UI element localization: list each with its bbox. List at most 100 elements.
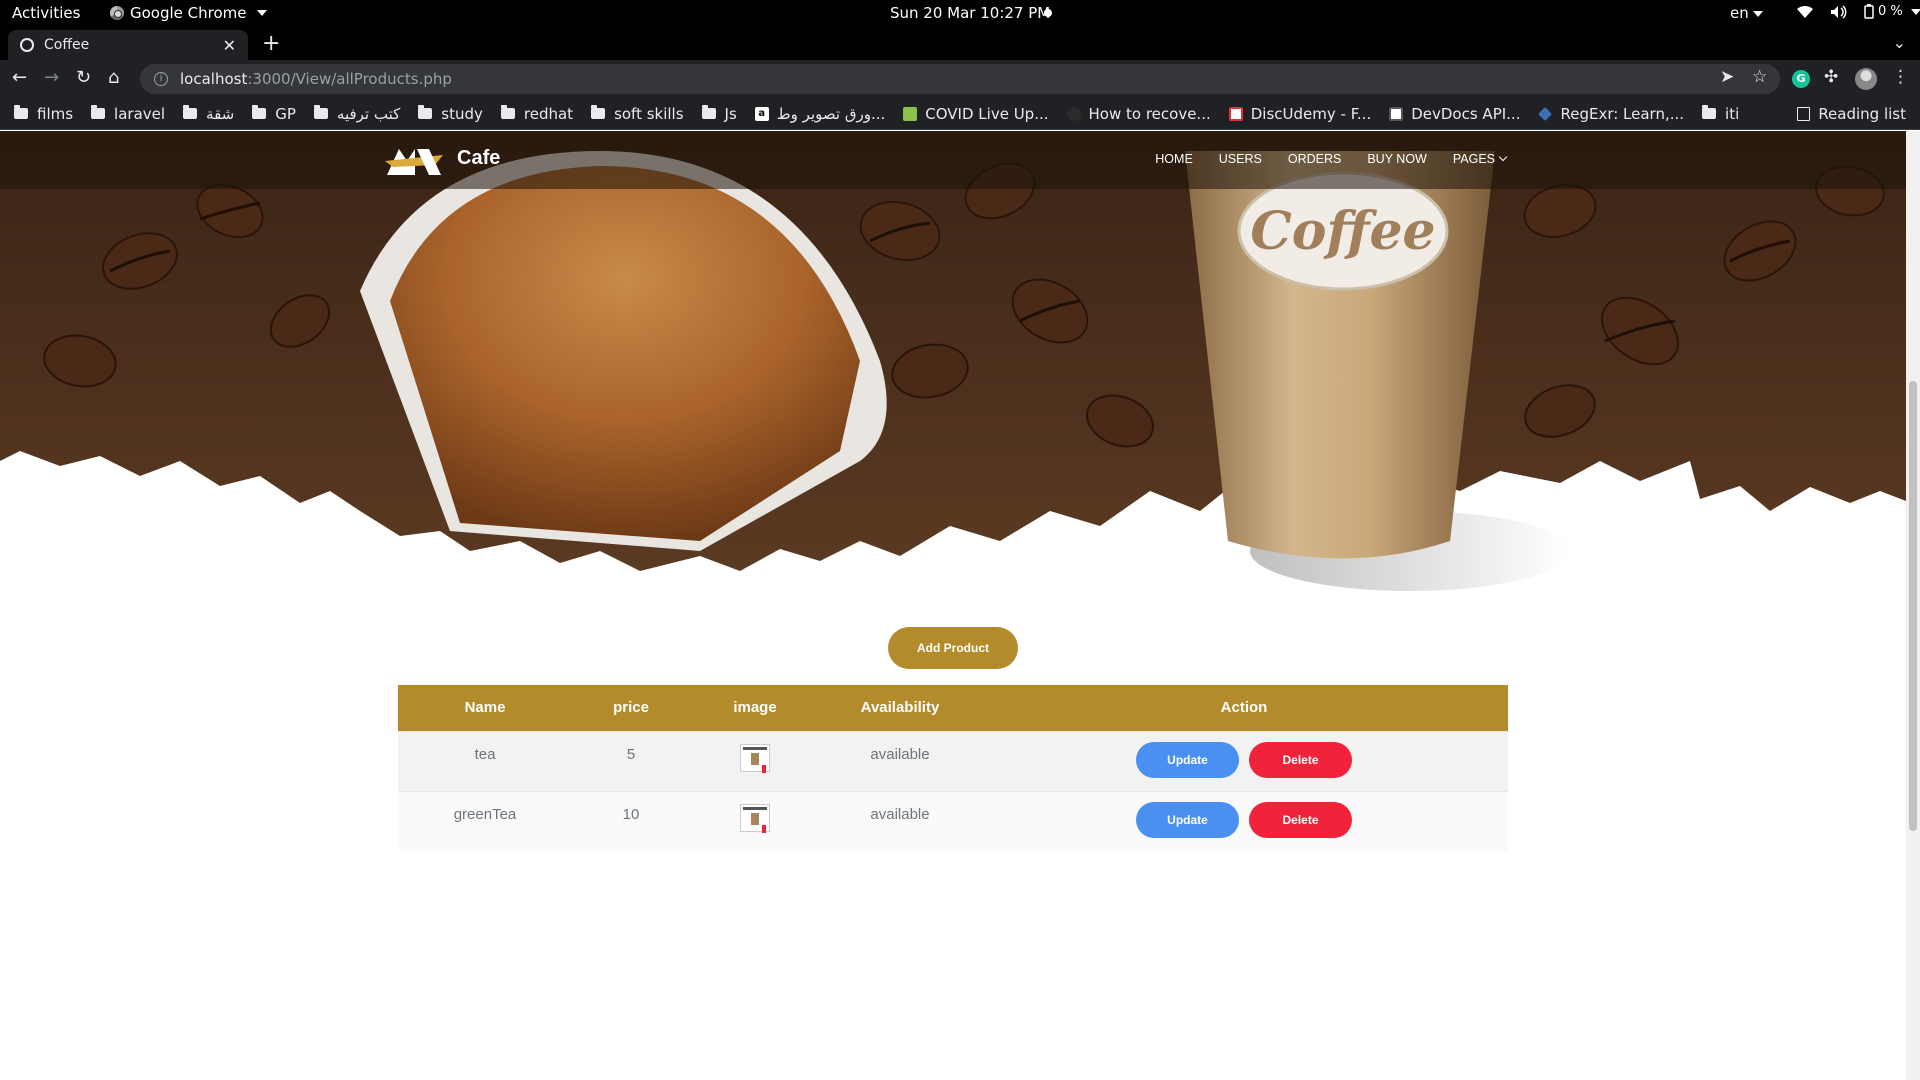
clock[interactable]: Sun 20 Mar 10:27 PM (890, 4, 1050, 22)
bookmark-study[interactable]: study (418, 105, 483, 123)
folder-icon (1702, 105, 1717, 119)
folder-icon (91, 105, 106, 119)
reading-list-button[interactable]: Reading list (1797, 105, 1906, 123)
delete-button[interactable]: Delete (1249, 741, 1352, 778)
bookmark-redhat[interactable]: redhat (500, 105, 573, 123)
product-thumbnail (740, 803, 770, 832)
folder-icon (701, 105, 716, 119)
products-table: Name price image Availability Action tea… (398, 685, 1508, 851)
tab-search-icon[interactable]: ⌄ (1893, 33, 1906, 52)
folder-icon (500, 105, 515, 119)
folder-icon (591, 105, 606, 119)
wifi-icon (1797, 5, 1813, 18)
product-thumbnail (740, 743, 770, 772)
extensions-puzzle-icon[interactable]: ✣ (1824, 67, 1838, 87)
bookmark-js[interactable]: Js (701, 105, 737, 123)
bookmark-label: DevDocs API... (1411, 104, 1521, 123)
product-actions: Update Delete (980, 790, 1508, 851)
product-actions: Update Delete (980, 730, 1508, 791)
nav-buy-now[interactable]: BUY NOW (1367, 152, 1427, 166)
table-row: tea 5 available Update Delete (398, 730, 1508, 791)
product-name: tea (398, 730, 572, 791)
brand-name[interactable]: Cafe (457, 147, 500, 170)
app-menu[interactable]: Google Chrome (110, 4, 267, 22)
bookmark-label: كتب ترفيه (336, 104, 401, 123)
bookmark-devdocs[interactable]: DevDocs API... (1389, 105, 1520, 123)
delete-button[interactable]: Delete (1249, 801, 1352, 838)
close-icon[interactable]: ✕ (223, 36, 236, 55)
bookmark-amazon[interactable]: a ورق تصوير وط... (754, 105, 885, 123)
product-availability: available (820, 730, 980, 791)
bookmark-label: شقة (206, 104, 235, 123)
language-label: en (1730, 4, 1749, 22)
header-name: Name (398, 685, 572, 731)
volume-icon (1831, 4, 1847, 19)
header-action: Action (980, 685, 1508, 731)
worldometer-icon (903, 106, 918, 121)
product-image-cell (690, 730, 820, 791)
address-bar[interactable]: i localhost :3000/View/allProducts.php (140, 64, 1780, 94)
reading-list-label: Reading list (1818, 105, 1906, 123)
nav-users[interactable]: USERS (1219, 152, 1262, 166)
system-tray[interactable]: 0 % (1796, 4, 1920, 19)
forward-button[interactable]: → (44, 68, 59, 88)
tab-strip: Coffee ✕ + ⌄ (0, 27, 1920, 60)
bookmark-iti[interactable]: iti (1702, 105, 1739, 123)
bookmark-label: iti (1725, 104, 1740, 123)
bookmark-label: How to recove... (1088, 104, 1211, 123)
tab-title: Coffee (44, 37, 90, 53)
cafe-logo-icon[interactable] (385, 145, 443, 177)
profile-avatar[interactable] (1855, 68, 1877, 90)
tab-coffee[interactable]: Coffee ✕ (8, 30, 248, 60)
bookmark-covid[interactable]: COVID Live Up... (903, 105, 1049, 123)
site-navbar: Cafe HOME USERS ORDERS BUY NOW PAGES (0, 131, 1906, 189)
bookmark-regexr[interactable]: RegExr: Learn,... (1538, 105, 1684, 123)
bookmark-films[interactable]: films (14, 105, 73, 123)
globe-icon (20, 38, 34, 52)
chrome-icon (110, 6, 124, 20)
add-product-button[interactable]: Add Product (888, 627, 1018, 669)
update-button[interactable]: Update (1136, 741, 1239, 778)
bookmarks-bar: films laravel شقة GP كتب ترفيه study red… (0, 98, 1920, 130)
language-menu[interactable]: en (1730, 4, 1763, 22)
battery-label: 0 % (1878, 4, 1903, 19)
regexr-icon (1538, 106, 1553, 121)
app-name: Google Chrome (130, 4, 247, 22)
header-price: price (572, 685, 690, 731)
bookmark-label: DiscUdemy - F... (1250, 104, 1372, 123)
bookmark-entertainment-books[interactable]: كتب ترفيه (313, 104, 401, 123)
bookmark-star-icon[interactable]: ☆ (1752, 67, 1767, 87)
send-tab-icon[interactable]: ➤ (1720, 67, 1734, 87)
grammarly-extension-icon[interactable]: G (1792, 70, 1810, 88)
page-scrollbar[interactable] (1906, 131, 1920, 1080)
nav-orders[interactable]: ORDERS (1288, 152, 1341, 166)
nav-home[interactable]: HOME (1155, 152, 1193, 166)
home-button[interactable]: ⌂ (108, 68, 119, 88)
url-path: :3000/View/allProducts.php (247, 70, 452, 88)
amazon-icon: a (754, 106, 769, 121)
activities-button[interactable]: Activities (12, 4, 80, 22)
reading-list-icon (1797, 107, 1811, 121)
folder-icon (418, 105, 433, 119)
bookmark-laravel[interactable]: laravel (91, 105, 165, 123)
header-image: image (690, 685, 820, 731)
site-info-icon[interactable]: i (154, 72, 168, 86)
bookmark-label: films (37, 104, 74, 123)
product-image-cell (690, 790, 820, 851)
nav-pages-dropdown[interactable]: PAGES (1453, 152, 1508, 166)
bookmark-gp[interactable]: GP (252, 105, 296, 123)
github-icon (1066, 106, 1081, 121)
bookmark-apartment[interactable]: شقة (183, 105, 234, 123)
reload-button[interactable]: ↻ (76, 68, 91, 88)
new-tab-button[interactable]: + (262, 31, 280, 56)
chrome-menu-icon[interactable]: ⋮ (1892, 67, 1909, 87)
bookmark-discudemy[interactable]: DiscUdemy - F... (1228, 104, 1372, 123)
update-button[interactable]: Update (1136, 801, 1239, 838)
scrollbar-thumb[interactable] (1909, 381, 1917, 831)
bookmark-how-to-recover[interactable]: How to recove... (1066, 104, 1211, 123)
main-nav: HOME USERS ORDERS BUY NOW PAGES (1155, 152, 1508, 166)
bookmark-soft-skills[interactable]: soft skills (591, 105, 684, 123)
table-row: greenTea 10 available Update Delete (398, 790, 1508, 851)
table-header-row: Name price image Availability Action (398, 685, 1508, 731)
back-button[interactable]: ← (12, 68, 27, 88)
